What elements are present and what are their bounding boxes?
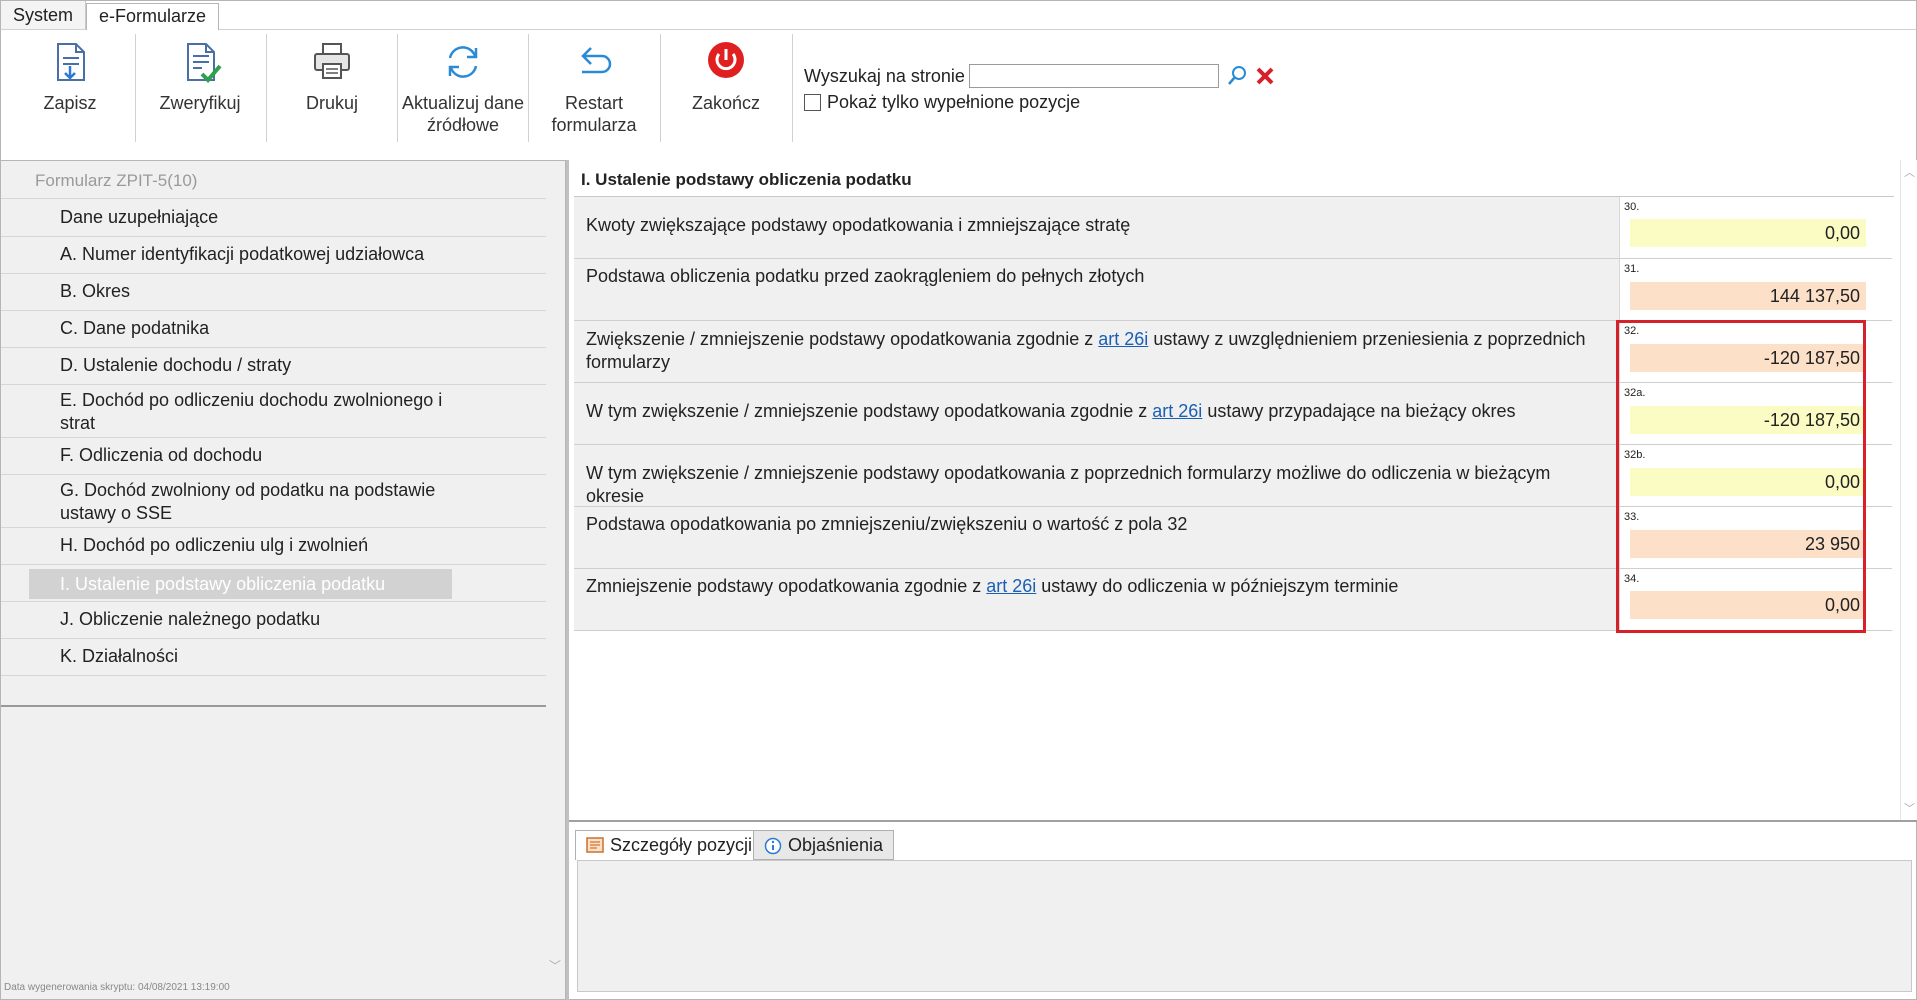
art-26i-link[interactable]: art 26i [986, 576, 1036, 596]
print-button[interactable]: Drukuj [267, 36, 397, 148]
printer-icon [314, 43, 350, 79]
field-value-31: 144 137,50 [1630, 282, 1866, 310]
nav-item-e[interactable]: E. Dochód po odliczeniu dochodu zwolnion… [60, 389, 460, 435]
nav-divider [1, 347, 546, 348]
show-filled-checkbox[interactable] [804, 94, 821, 111]
tab-details[interactable]: Szczegóły pozycji [575, 830, 764, 860]
row-label: W tym zwiększenie / zmniejszenie podstaw… [586, 463, 1551, 506]
section-title: I. Ustalenie podstawy obliczenia podatku [581, 170, 912, 189]
field-value-30[interactable]: 0,00 [1630, 219, 1866, 247]
verify-document-icon [187, 43, 222, 83]
save-button[interactable]: Zapisz [5, 36, 135, 148]
nav-item-f[interactable]: F. Odliczenia od dochodu [60, 444, 460, 467]
form-section-panel: I. Ustalenie podstawy obliczenia podatku… [569, 160, 1917, 820]
update-source-data-button[interactable]: Aktualizuj dane źródłowe [398, 36, 528, 148]
nav-divider [1, 474, 546, 475]
restart-form-label-2: formularza [551, 115, 637, 135]
nav-item-j[interactable]: J. Obliczenie należnego podatku [60, 608, 460, 631]
field-number: 30. [1624, 201, 1640, 213]
nav-divider [1, 564, 546, 565]
restart-form-label-1: Restart [564, 93, 624, 113]
save-button-label: Zapisz [43, 93, 97, 113]
row-label: Zwiększenie / zmniejszenie podstawy opod… [586, 329, 1586, 372]
update-source-data-label-2: źródłowe [426, 115, 500, 135]
nav-divider [1, 601, 546, 602]
menu-system[interactable]: System [1, 1, 87, 29]
print-button-label: Drukuj [305, 93, 358, 113]
power-icon [708, 42, 744, 78]
verify-button[interactable]: Zweryfikuj [135, 36, 265, 148]
nav-item-h[interactable]: H. Dochód po odliczeniu ulg i zwolnień [60, 534, 460, 557]
row-cell: 31. 144 137,50 [1619, 259, 1892, 320]
highlight-frame [1616, 320, 1866, 633]
search-icon[interactable] [1225, 64, 1249, 88]
scroll-down-arrow[interactable]: ﹀ [1904, 800, 1915, 816]
row-label: Podstawa obliczenia podatku przed zaokrą… [586, 266, 1145, 286]
row-label: Kwoty zwiększające podstawy opodatkowani… [586, 215, 1131, 235]
save-document-icon [57, 43, 85, 81]
menu-e-formularze[interactable]: e-Formularze [86, 3, 220, 30]
nav-item-c[interactable]: C. Dane podatnika [60, 317, 460, 340]
nav-item-g[interactable]: G. Dochód zwolniony od podatku na podsta… [60, 479, 460, 525]
exit-button[interactable]: Zakończ [661, 36, 791, 148]
nav-divider [1, 310, 546, 311]
row-label: Podstawa opodatkowania po zmniejszeniu/z… [586, 514, 1188, 534]
nav-divider [1, 198, 546, 199]
details-content [577, 860, 1912, 992]
art-26i-link[interactable]: art 26i [1098, 329, 1148, 349]
nav-divider [1, 527, 546, 528]
form-row-31: Podstawa obliczenia podatku przed zaokrą… [574, 259, 1892, 321]
form-navigation-panel: Formularz ZPIT-5(10) Dane uzupełniające … [0, 160, 566, 1000]
nav-divider [1, 437, 546, 438]
row-label: W tym zwiększenie / zmniejszenie podstaw… [586, 401, 1516, 421]
nav-bottom-divider [1, 705, 546, 707]
tab-explanations[interactable]: Objaśnienia [753, 830, 895, 860]
nav-item-dane-uzupelniajace[interactable]: Dane uzupełniające [60, 206, 460, 229]
art-26i-link[interactable]: art 26i [1152, 401, 1202, 421]
scroll-down-arrow[interactable]: ﹀ [549, 957, 561, 974]
toolbar: Zapisz Zweryfikuj Drukuj Aktualizuj dane… [0, 30, 1917, 160]
update-source-data-label-1: Aktualizuj dane [401, 93, 525, 113]
nav-item-b[interactable]: B. Okres [60, 280, 460, 303]
menu-bar: System e-Formularze [0, 0, 1917, 30]
exit-button-label: Zakończ [691, 93, 761, 113]
nav-divider [1, 384, 546, 385]
info-icon [764, 837, 782, 855]
nav-item-i[interactable]: I. Ustalenie podstawy obliczenia podatku [29, 569, 452, 599]
undo-icon [581, 47, 612, 74]
toolbar-separator [792, 34, 793, 142]
search-label: Wyszukaj na stronie [804, 66, 965, 86]
search-input[interactable] [969, 64, 1219, 88]
verify-button-label: Zweryfikuj [159, 93, 241, 113]
form-row-30: Kwoty zwiększające podstawy opodatkowani… [574, 197, 1892, 259]
form-name-header: Formularz ZPIT-5(10) [35, 171, 198, 190]
scroll-up-arrow[interactable]: ︿ [1904, 164, 1915, 180]
details-panel: Szczegóły pozycji Objaśnienia [569, 822, 1917, 1000]
tab-explanations-label: Objaśnienia [788, 835, 884, 855]
nav-divider [1, 675, 546, 676]
nav-divider [1, 638, 546, 639]
show-filled-label[interactable]: Pokaż tylko wypełnione pozycje [827, 92, 1080, 113]
nav-item-a[interactable]: A. Numer identyfikacji podatkowej udział… [60, 243, 460, 266]
nav-divider [1, 236, 546, 237]
vertical-scrollbar[interactable]: ︿ ﹀ [1900, 160, 1917, 820]
field-number: 31. [1624, 263, 1640, 275]
details-icon [586, 837, 604, 853]
restart-form-button[interactable]: Restart formularza [529, 36, 659, 148]
nav-item-d[interactable]: D. Ustalenie dochodu / straty [60, 354, 460, 377]
clear-search-icon[interactable] [1253, 64, 1277, 88]
nav-item-k[interactable]: K. Działalności [60, 645, 460, 668]
nav-divider [1, 273, 546, 274]
script-generated-date: Data wygenerowania skryptu: 04/08/2021 1… [4, 982, 230, 993]
row-cell: 30. 0,00 [1619, 197, 1892, 258]
refresh-icon [448, 46, 478, 78]
tab-details-label: Szczegóły pozycji [610, 835, 753, 855]
row-label: Zmniejszenie podstawy opodatkowania zgod… [586, 576, 1399, 596]
